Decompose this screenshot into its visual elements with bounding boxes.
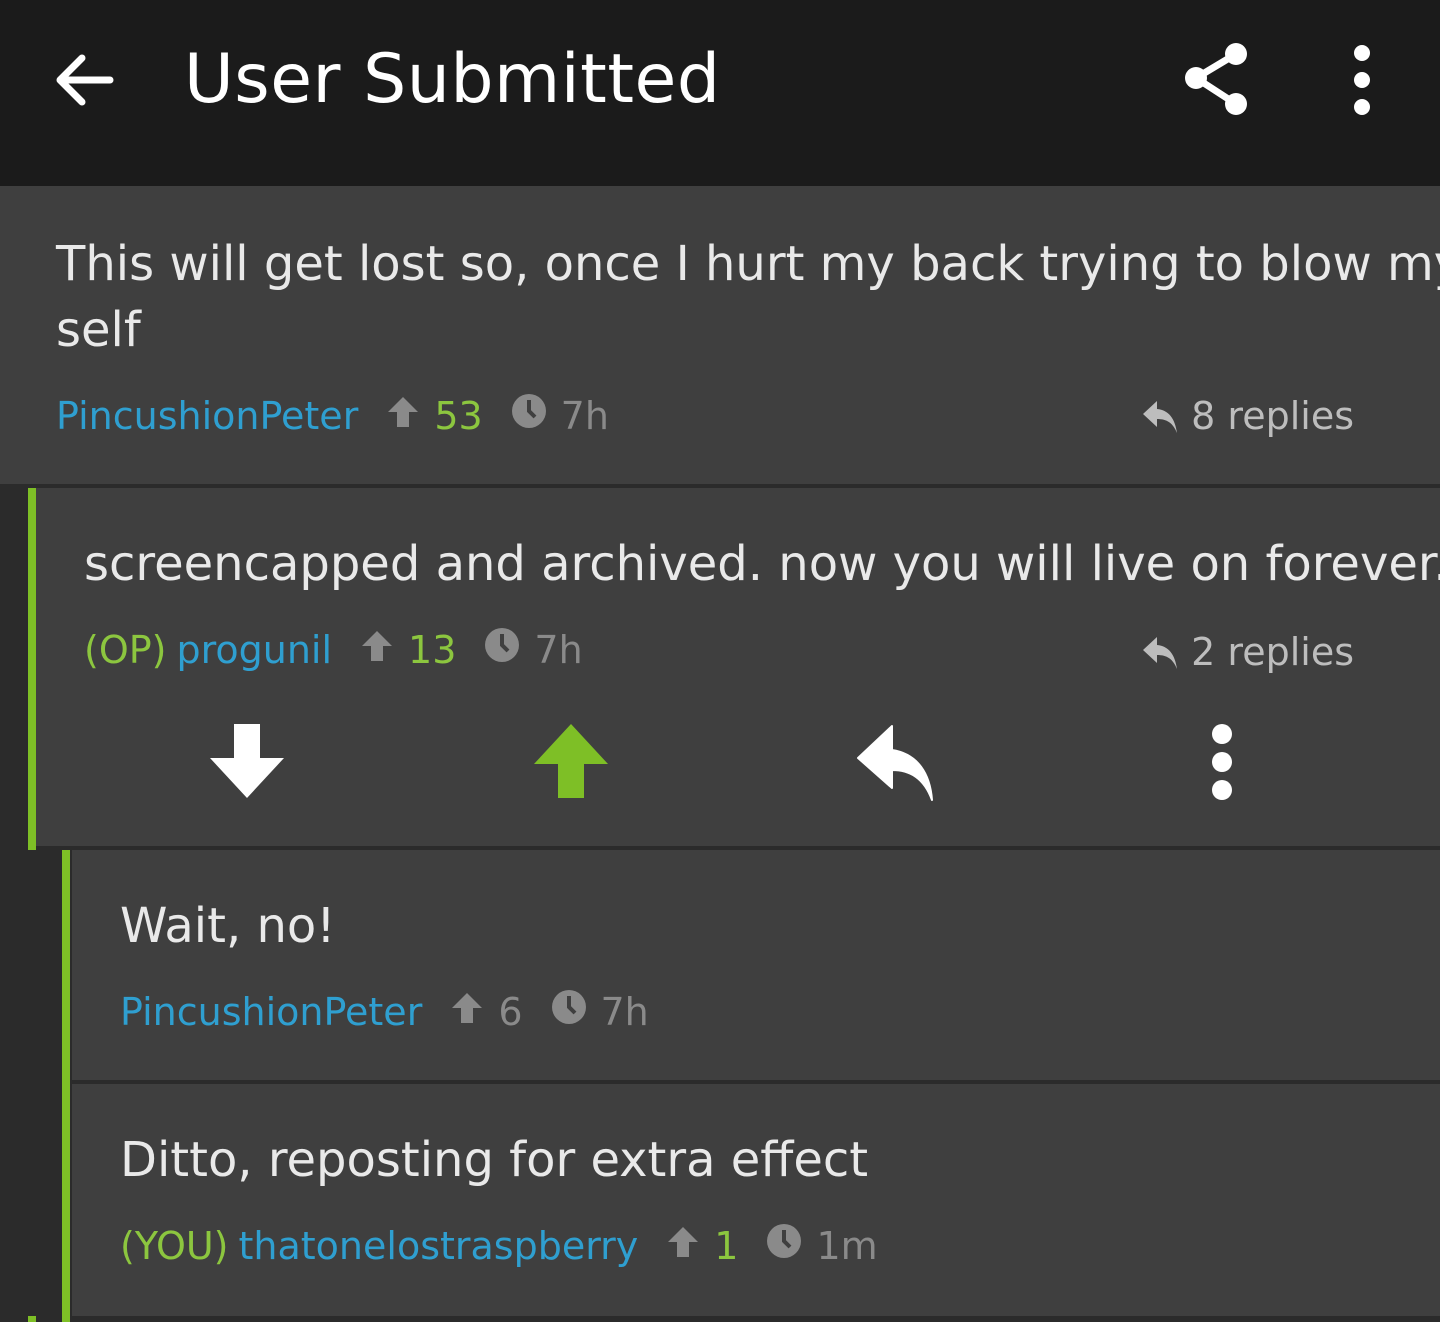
comment-text-line: self — [56, 302, 141, 358]
thread-depth-bar — [28, 1316, 36, 1322]
replies-label: 8 replies — [1191, 394, 1354, 438]
timestamp: 1m — [816, 1224, 878, 1268]
back-arrow-icon[interactable] — [48, 44, 120, 116]
comment-meta: (YOU) thatonelostraspberry 1 1m — [120, 1222, 878, 1270]
timestamp: 7h — [534, 628, 583, 672]
timestamp: 7h — [560, 394, 609, 438]
author-name[interactable]: progunil — [176, 626, 332, 674]
author-name[interactable]: PincushionPeter — [56, 392, 358, 440]
clock-icon — [511, 392, 547, 440]
comment-meta: PincushionPeter 6 7h — [120, 988, 649, 1036]
downvote-icon[interactable] — [208, 722, 286, 804]
comment-card[interactable]: This will get lost so, once I hurt my ba… — [0, 186, 1440, 484]
reply-small-icon — [1143, 637, 1178, 669]
upvote-icon[interactable] — [532, 722, 610, 804]
thread-depth-bar — [28, 488, 36, 850]
timestamp: 7h — [600, 990, 649, 1034]
comment-text: Wait, no! — [120, 898, 336, 954]
you-tag: (YOU) — [120, 1224, 229, 1268]
score: 1 — [714, 1224, 739, 1268]
comment-text-line: This will get lost so, once I hurt my ba… — [56, 236, 1440, 292]
op-tag: (OP) — [84, 628, 167, 672]
share-icon[interactable] — [1178, 40, 1254, 120]
upvote-small-icon — [450, 988, 484, 1036]
clock-icon — [484, 626, 520, 674]
more-vertical-icon[interactable] — [1342, 42, 1382, 118]
author-name[interactable]: thatonelostraspberry — [239, 1222, 639, 1270]
score: 6 — [498, 990, 523, 1034]
comment-card[interactable]: Wait, no! PincushionPeter 6 7h — [72, 850, 1440, 1080]
page-title: User Submitted — [184, 40, 721, 119]
upvote-small-icon — [386, 392, 420, 440]
app-bar: User Submitted — [0, 0, 1440, 186]
comment-meta: PincushionPeter 53 7h — [56, 392, 609, 440]
score: 53 — [434, 394, 483, 438]
comment-card[interactable]: Ditto, reposting for extra effect (YOU) … — [72, 1084, 1440, 1316]
comment-text: Ditto, reposting for extra effect — [120, 1132, 869, 1188]
clock-icon — [766, 1222, 802, 1270]
reply-icon[interactable] — [856, 722, 938, 806]
reply-small-icon — [1143, 401, 1178, 433]
replies-count[interactable]: 2 replies — [1141, 628, 1354, 676]
replies-count[interactable]: 8 replies — [1141, 392, 1354, 440]
comment-card[interactable]: screencapped and archived. now you will … — [36, 488, 1440, 846]
comment-meta: (OP) progunil 13 7h — [84, 626, 583, 674]
clock-icon — [551, 988, 587, 1036]
replies-label: 2 replies — [1191, 630, 1354, 674]
upvote-small-icon — [360, 626, 394, 674]
upvote-small-icon — [666, 1222, 700, 1270]
more-vertical-icon[interactable] — [1202, 724, 1242, 804]
author-name[interactable]: PincushionPeter — [120, 988, 422, 1036]
score: 13 — [408, 628, 457, 672]
comment-text: screencapped and archived. now you will … — [84, 536, 1440, 592]
thread-depth-bar — [62, 850, 70, 1322]
